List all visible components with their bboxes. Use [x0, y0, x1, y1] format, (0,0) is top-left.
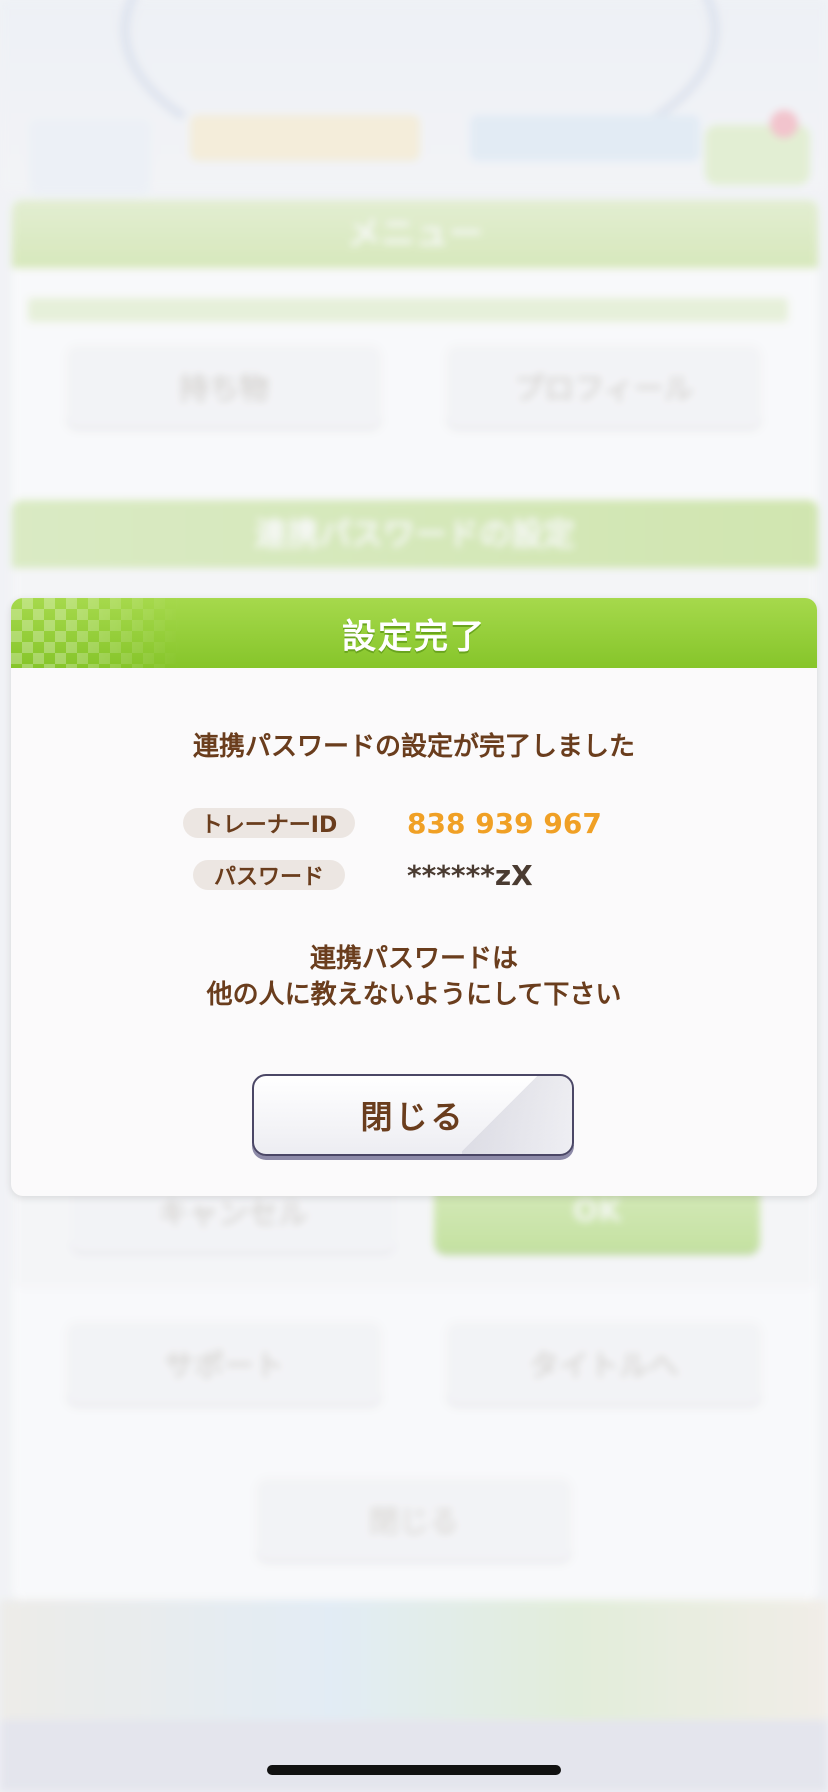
- note-line-2: 他の人に教えないようにして下さい: [206, 980, 622, 1010]
- password-row: パスワード ******zX: [11, 855, 817, 895]
- header-pattern: [11, 598, 181, 668]
- trainer-id-label: トレーナーID: [183, 808, 355, 838]
- home-indicator[interactable]: [267, 1765, 561, 1775]
- dialog-title: 設定完了: [342, 616, 486, 657]
- dialog-header: 設定完了: [11, 598, 817, 668]
- password-value: ******zX: [407, 858, 533, 892]
- password-label: パスワード: [193, 860, 345, 890]
- completion-message: 連携パスワードの設定が完了しました: [192, 732, 635, 762]
- note-line-1: 連携パスワードは: [309, 944, 518, 974]
- trainer-id-row: トレーナーID 838 939 967: [11, 803, 817, 843]
- close-button[interactable]: 閉じる: [252, 1074, 574, 1156]
- close-button-label: 閉じる: [360, 1098, 466, 1136]
- completion-dialog: 設定完了 連携パスワードの設定が完了しました トレーナーID 838 939 9…: [11, 598, 817, 1196]
- trainer-id-value: 838 939 967: [407, 806, 602, 840]
